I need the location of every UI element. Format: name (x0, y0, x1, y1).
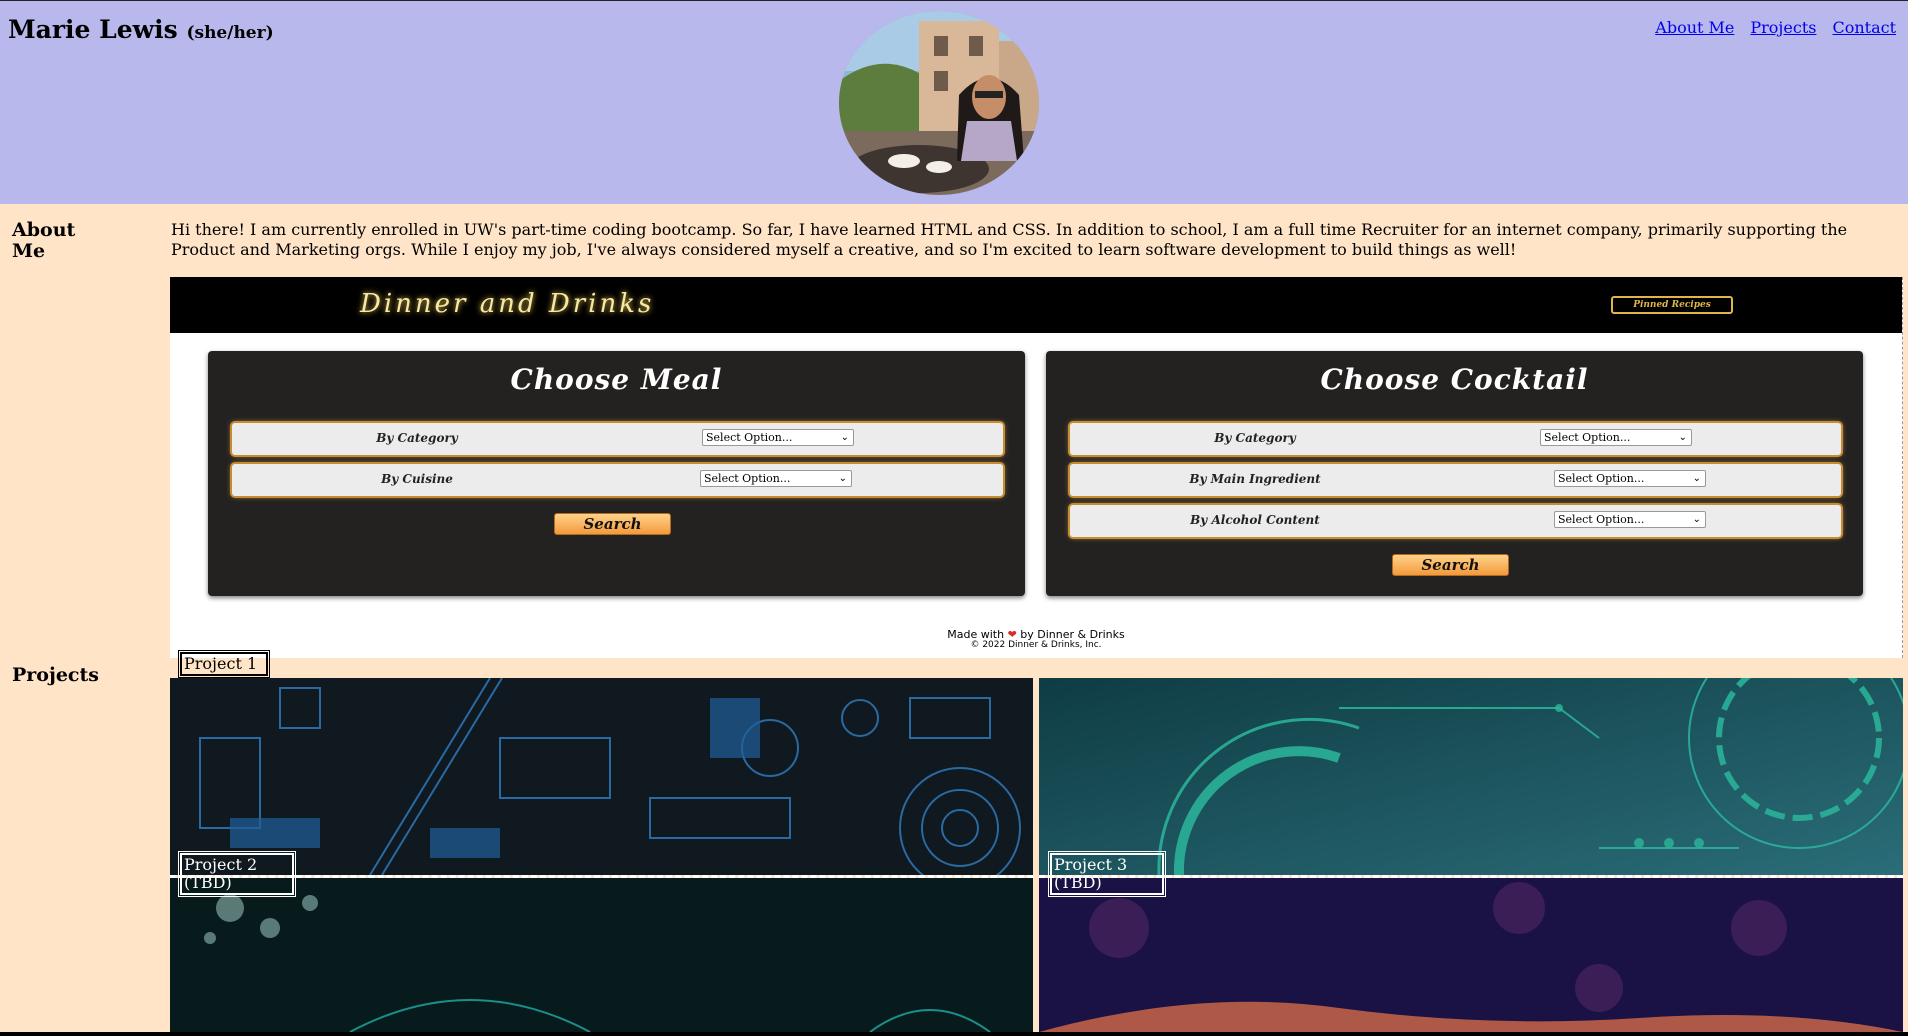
cocktail-alcohol-select: Select Option... ⌄ (1554, 511, 1706, 528)
nav-projects[interactable]: Projects (1750, 18, 1816, 37)
site-title: Marie Lewis (she/her) (8, 15, 274, 44)
chevron-down-icon: ⌄ (1692, 514, 1701, 525)
dd-footer: Made with ❤ by Dinner & Drinks © 2022 Di… (170, 629, 1902, 651)
project-2-title: Project 2 (184, 855, 258, 874)
meal-cuisine-select: Select Option... ⌄ (700, 470, 852, 487)
project-divider-right (1039, 875, 1903, 878)
project-divider-left (170, 875, 1033, 878)
cocktail-category-select-value: Select Option... (1544, 431, 1631, 444)
projects-heading: Projects (12, 664, 99, 686)
meal-search-button: Search (554, 513, 671, 535)
project-2-image-top[interactable] (170, 678, 1033, 875)
cocktail-category-row: By Category Select Option... ⌄ (1070, 423, 1841, 455)
choose-cocktail-panel: Choose Cocktail By Category Select Optio… (1046, 351, 1863, 596)
cocktail-alcohol-select-value: Select Option... (1558, 513, 1645, 526)
choose-meal-title: Choose Meal (510, 363, 723, 396)
dd-logo: Dinner and Drinks (360, 289, 655, 319)
dd-footer-made: Made with ❤ by Dinner & Drinks (170, 629, 1902, 640)
project-1-link[interactable]: Project 1 (178, 650, 270, 678)
top-nav: About Me Projects Contact (1655, 18, 1896, 37)
meal-cuisine-row: By Cuisine Select Option... ⌄ (232, 464, 1003, 496)
cocktail-ingredient-label: By Main Ingredient (1189, 472, 1321, 486)
about-heading: About Me (12, 220, 75, 262)
dd-navbar: Dinner and Drinks Pinned Recipes (170, 277, 1902, 333)
about-heading-line2: Me (12, 240, 46, 262)
nav-contact[interactable]: Contact (1832, 18, 1896, 37)
choose-cocktail-title: Choose Cocktail (1320, 363, 1589, 396)
project-2-image-bottom[interactable] (170, 878, 1033, 1032)
name-text: Marie Lewis (8, 15, 178, 44)
dd-footer-copyright: © 2022 Dinner & Drinks, Inc. (970, 640, 1102, 650)
profile-photo (839, 11, 1039, 195)
page: Marie Lewis (she/her) About Me Projects … (0, 0, 1908, 1032)
chevron-down-icon: ⌄ (1692, 473, 1701, 484)
header: Marie Lewis (she/her) About Me Projects … (0, 0, 1908, 204)
cocktail-ingredient-row: By Main Ingredient Select Option... ⌄ (1070, 464, 1841, 496)
cocktail-alcohol-row: By Alcohol Content Select Option... ⌄ (1070, 505, 1841, 537)
cocktail-ingredient-select: Select Option... ⌄ (1554, 470, 1706, 487)
cocktail-search-button: Search (1392, 554, 1509, 576)
about-paragraph: Hi there! I am currently enrolled in UW'… (171, 220, 1848, 259)
project-3-image-bottom[interactable] (1039, 878, 1903, 1032)
chevron-down-icon: ⌄ (1678, 432, 1687, 443)
cocktail-category-select: Select Option... ⌄ (1540, 429, 1692, 446)
project-3-image-top[interactable] (1039, 678, 1903, 875)
cocktail-ingredient-select-value: Select Option... (1558, 472, 1645, 485)
meal-cuisine-label: By Cuisine (381, 472, 453, 486)
project-screenshot-dinner-drinks[interactable]: Dinner and Drinks Pinned Recipes Choose … (170, 277, 1903, 658)
project-3-title: Project 3 (1054, 855, 1128, 874)
project-2-status: (TBD) (184, 873, 232, 892)
meal-category-label: By Category (376, 431, 458, 445)
cocktail-category-label: By Category (1214, 431, 1296, 445)
pronouns: (she/her) (186, 23, 274, 43)
project-3-link[interactable]: Project 3 (TBD) (1048, 851, 1166, 897)
chevron-down-icon: ⌄ (838, 473, 847, 484)
meal-category-select: Select Option... ⌄ (702, 429, 854, 446)
chevron-down-icon: ⌄ (840, 432, 849, 443)
choose-meal-panel: Choose Meal By Category Select Option...… (208, 351, 1025, 596)
dd-pinned-recipes-button: Pinned Recipes (1611, 296, 1733, 314)
meal-category-row: By Category Select Option... ⌄ (232, 423, 1003, 455)
nav-about-me[interactable]: About Me (1655, 18, 1734, 37)
cocktail-alcohol-label: By Alcohol Content (1190, 513, 1320, 527)
project-3-status: (TBD) (1054, 873, 1102, 892)
about-heading-line1: About (12, 219, 76, 241)
project-2-link[interactable]: Project 2 (TBD) (178, 851, 296, 897)
meal-cuisine-select-value: Select Option... (704, 472, 791, 485)
meal-category-select-value: Select Option... (706, 431, 793, 444)
